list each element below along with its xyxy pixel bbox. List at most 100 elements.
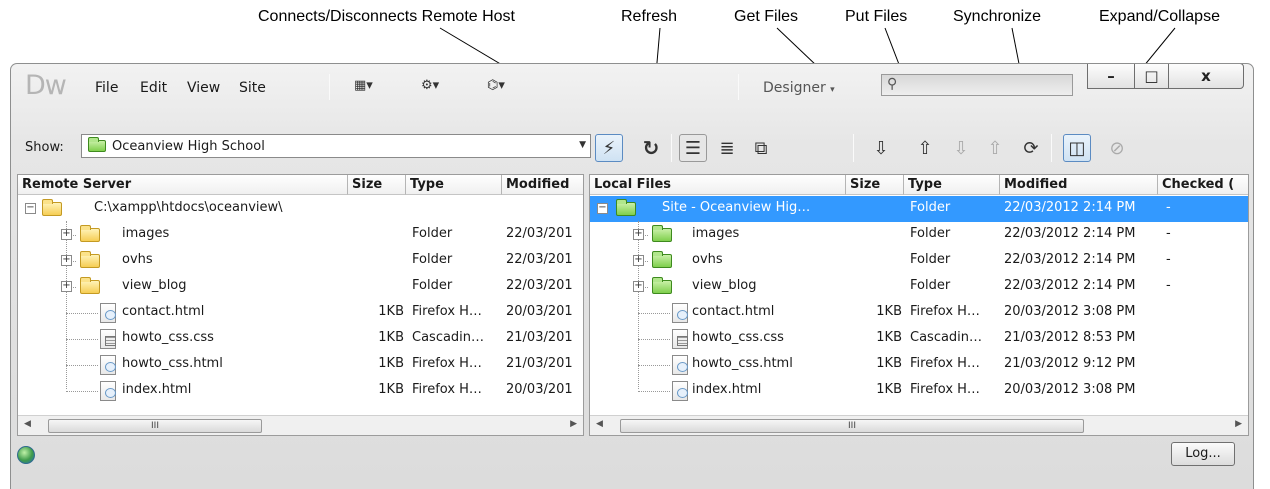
- col-local-type[interactable]: Type: [904, 175, 1000, 195]
- local-row[interactable]: + ovhs Folder 22/03/2012 2:14 PM -: [590, 248, 1248, 274]
- local-row[interactable]: index.html 1KB Firefox H… 20/03/2012 3:08 P…: [590, 378, 1248, 404]
- expand-icon[interactable]: +: [633, 281, 644, 292]
- testing-server-icon[interactable]: ≣: [713, 134, 741, 162]
- css-file-icon: [100, 329, 116, 349]
- remote-root-row[interactable]: − C:\xampp\htdocs\oceanview\: [18, 196, 583, 222]
- scroll-left-icon[interactable]: ◀: [24, 419, 31, 429]
- scroll-right-icon[interactable]: ▶: [570, 419, 577, 429]
- file-modified: 22/03/2012 2:14 PM: [1004, 278, 1136, 293]
- expand-collapse-icon[interactable]: ◫: [1063, 134, 1091, 162]
- folder-icon: [652, 251, 672, 268]
- file-type: Cascadin…: [910, 330, 983, 345]
- col-local-size[interactable]: Size: [846, 175, 904, 195]
- file-name: ovhs: [122, 252, 153, 267]
- file-checked: -: [1166, 278, 1171, 293]
- expand-icon[interactable]: +: [633, 255, 644, 266]
- folder-icon: [80, 277, 100, 294]
- file-name: howto_css.css: [692, 330, 784, 345]
- close-button[interactable]: x: [1168, 64, 1244, 89]
- file-name: index.html: [122, 382, 192, 397]
- help-search-input[interactable]: ⚲: [881, 74, 1073, 96]
- col-remote-size[interactable]: Size: [348, 175, 406, 195]
- synchronize-icon[interactable]: ⟳: [1017, 134, 1045, 162]
- repository-view-icon[interactable]: ⧉: [747, 134, 775, 162]
- scroll-left-icon[interactable]: ◀: [596, 419, 603, 429]
- toolbar-divider-3: [1051, 134, 1052, 162]
- menu-file[interactable]: File: [95, 80, 118, 96]
- html-file-icon: [672, 303, 688, 323]
- workspace-switcher[interactable]: Designer ▾: [763, 80, 835, 96]
- connect-remote-host-icon[interactable]: ⚡: [595, 134, 623, 162]
- remote-row[interactable]: contact.html 1KB Firefox H… 20/03/201: [18, 300, 583, 326]
- file-size: 1KB: [378, 330, 404, 345]
- file-type: Firefox H…: [412, 304, 482, 319]
- remote-horizontal-scrollbar[interactable]: ◀ III ▶: [18, 415, 583, 435]
- html-file-icon: [100, 303, 116, 323]
- scroll-thumb[interactable]: III: [48, 419, 262, 433]
- col-local-modified[interactable]: Modified: [1000, 175, 1158, 195]
- maximize-button[interactable]: □: [1134, 64, 1169, 89]
- scroll-right-icon[interactable]: ▶: [1235, 419, 1242, 429]
- collapse-icon[interactable]: −: [597, 203, 608, 214]
- col-remote-modified[interactable]: Modified: [502, 175, 583, 195]
- expand-icon[interactable]: +: [61, 229, 72, 240]
- menu-site[interactable]: Site: [239, 80, 266, 96]
- collapse-icon[interactable]: −: [25, 203, 36, 214]
- col-local-name[interactable]: Local Files: [590, 175, 846, 195]
- site-map-dropdown-icon[interactable]: ⌬▾: [487, 78, 505, 93]
- check-out-icon[interactable]: ⇩: [947, 134, 975, 162]
- remote-row[interactable]: howto_css.css 1KB Cascadin… 21/03/201: [18, 326, 583, 352]
- expand-icon[interactable]: +: [61, 281, 72, 292]
- expand-icon[interactable]: +: [61, 255, 72, 266]
- local-horizontal-scrollbar[interactable]: ◀ III ▶: [590, 415, 1248, 435]
- show-label: Show:: [25, 140, 64, 155]
- local-row[interactable]: howto_css.css 1KB Cascadin… 21/03/2012 8:53…: [590, 326, 1248, 352]
- local-row[interactable]: contact.html 1KB Firefox H… 20/03/2012 3:08…: [590, 300, 1248, 326]
- refresh-icon[interactable]: ↻: [637, 134, 665, 162]
- gear-dropdown-icon[interactable]: ⚙▾: [421, 78, 439, 93]
- callout-synchronize-label: Synchronize: [953, 8, 1042, 25]
- chevron-down-icon: ▼: [579, 140, 586, 150]
- get-files-icon[interactable]: ⇩: [867, 134, 895, 162]
- callout-refresh-label: Refresh: [621, 8, 678, 25]
- local-row[interactable]: howto_css.html 1KB Firefox H… 21/03/2012 9:…: [590, 352, 1248, 378]
- local-files-pane: Local Files Size Type Modified Checked (…: [589, 174, 1249, 436]
- file-size: 1KB: [876, 330, 902, 345]
- tree-guide: [638, 339, 670, 340]
- local-row[interactable]: + view_blog Folder 22/03/2012 2:14 PM -: [590, 274, 1248, 300]
- file-modified: 22/03/2012 2:14 PM: [1004, 252, 1136, 267]
- file-view-icon[interactable]: ☰: [679, 134, 707, 162]
- network-status-icon[interactable]: [17, 446, 35, 464]
- remote-row[interactable]: howto_css.html 1KB Firefox H… 21/03/201: [18, 352, 583, 378]
- cancel-icon[interactable]: ⊘: [1103, 134, 1131, 162]
- col-remote-name[interactable]: Remote Server: [18, 175, 348, 195]
- remote-row[interactable]: + images Folder 22/03/201: [18, 222, 583, 248]
- expand-icon[interactable]: +: [633, 229, 644, 240]
- layout-dropdown-icon[interactable]: ▦▾: [354, 78, 373, 93]
- site-select[interactable]: Oceanview High School ▼: [81, 134, 591, 158]
- maximize-icon: □: [1144, 67, 1159, 85]
- file-modified: 21/03/201: [506, 356, 573, 371]
- local-root-checked: -: [1166, 200, 1171, 215]
- col-local-checked[interactable]: Checked (: [1158, 175, 1248, 195]
- file-size: 1KB: [378, 304, 404, 319]
- remote-row[interactable]: + ovhs Folder 22/03/201: [18, 248, 583, 274]
- col-remote-type[interactable]: Type: [406, 175, 502, 195]
- minimize-button[interactable]: –: [1087, 64, 1135, 89]
- menu-edit[interactable]: Edit: [140, 80, 167, 96]
- file-modified: 20/03/2012 3:08 PM: [1004, 382, 1136, 397]
- local-root-name: Site - Oceanview Hig…: [662, 200, 811, 215]
- put-files-icon[interactable]: ⇧: [911, 134, 939, 162]
- file-name: index.html: [692, 382, 762, 397]
- local-row[interactable]: + images Folder 22/03/2012 2:14 PM -: [590, 222, 1248, 248]
- local-root-row[interactable]: − Site - Oceanview Hig… Folder 22/03/201…: [590, 196, 1248, 222]
- remote-row[interactable]: + view_blog Folder 22/03/201: [18, 274, 583, 300]
- file-type: Firefox H…: [412, 356, 482, 371]
- check-in-icon[interactable]: ⇧: [981, 134, 1009, 162]
- log-button[interactable]: Log...: [1171, 442, 1235, 466]
- scroll-thumb[interactable]: III: [620, 419, 1084, 433]
- menu-view[interactable]: View: [187, 80, 220, 96]
- css-file-icon: [672, 329, 688, 349]
- remote-row[interactable]: index.html 1KB Firefox H… 20/03/201: [18, 378, 583, 404]
- folder-icon: [652, 277, 672, 294]
